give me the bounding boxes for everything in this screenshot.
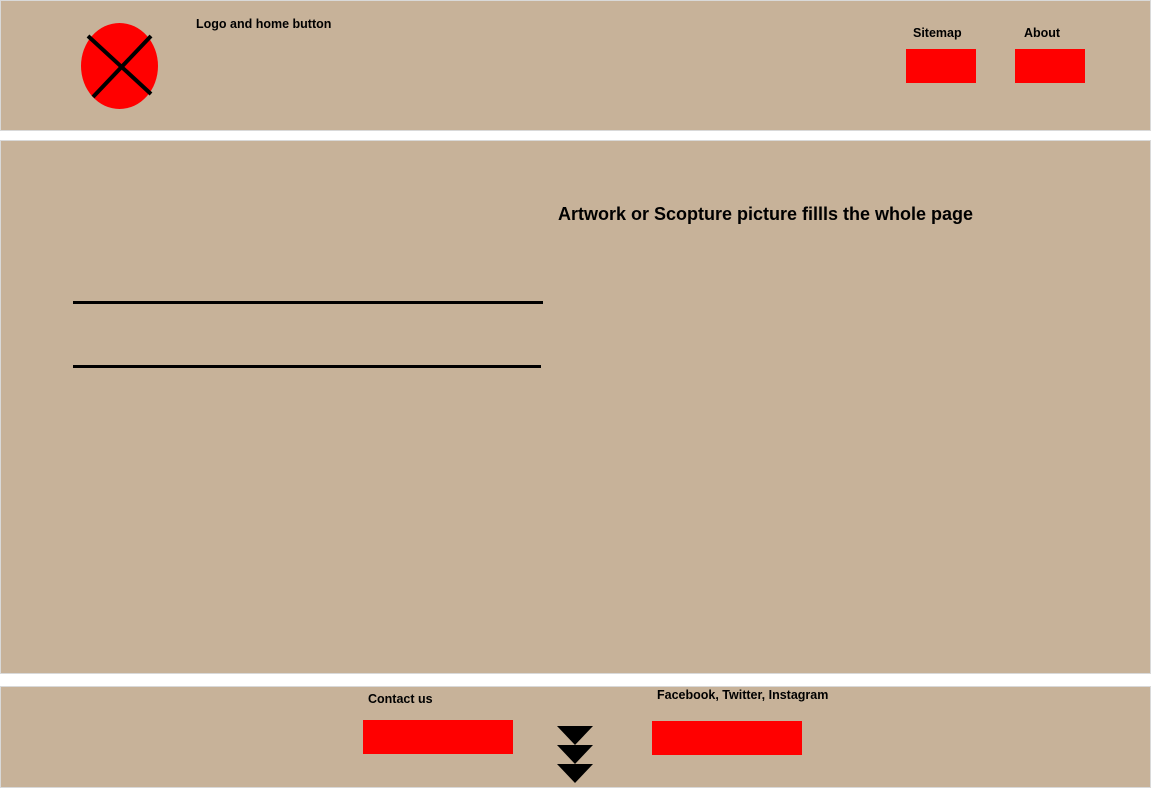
artwork-caption: Artwork or Scopture picture fillls the w… <box>558 204 974 224</box>
logo-caption: Logo and home button <box>196 17 332 31</box>
text-line-1 <box>73 301 543 304</box>
contact-us-button[interactable] <box>363 720 513 754</box>
chevron-down-icon <box>557 726 593 745</box>
chevron-down-icon <box>557 745 593 764</box>
contact-us-label: Contact us <box>368 692 433 706</box>
site-header <box>0 0 1151 131</box>
logo-home-button[interactable] <box>81 23 158 109</box>
nav-label-sitemap: Sitemap <box>913 26 962 40</box>
about-button[interactable] <box>1015 49 1085 83</box>
social-links-button[interactable] <box>652 721 802 755</box>
text-line-2 <box>73 365 541 368</box>
sitemap-button[interactable] <box>906 49 976 83</box>
nav-label-about: About <box>1024 26 1061 40</box>
scroll-down-icon[interactable] <box>556 725 594 785</box>
chevron-down-icon <box>557 764 593 783</box>
social-links-label: Facebook, Twitter, Instagram <box>657 688 829 702</box>
